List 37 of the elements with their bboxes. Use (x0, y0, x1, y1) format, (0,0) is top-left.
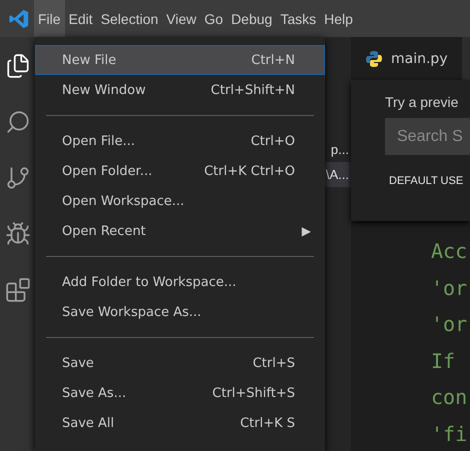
menu-title[interactable]: View (162, 0, 200, 37)
menu-item[interactable]: New Window Ctrl+Shift+N (35, 75, 325, 105)
menu-item[interactable]: Save As... Ctrl+Shift+S (35, 378, 325, 408)
menu-title[interactable]: Edit (64, 0, 97, 37)
submenu-arrow: ▶ (302, 224, 311, 238)
code-line: Acc (431, 238, 468, 265)
preview-text: Try a previe (385, 94, 460, 110)
code-line: If (431, 348, 456, 374)
menu-item[interactable]: Open Folder... Ctrl+K Ctrl+O (35, 156, 325, 186)
menu-title[interactable]: Help (320, 0, 357, 37)
menu-item[interactable]: Add Folder to Workspace... (35, 267, 325, 297)
menu-item[interactable]: Open File... Ctrl+O (35, 126, 325, 156)
python-icon (365, 50, 383, 68)
menu-item[interactable]: Open Workspace... (35, 186, 325, 216)
code-line: con (431, 384, 468, 411)
search-icon[interactable] (4, 109, 30, 135)
menu-item[interactable]: Save Ctrl+S (35, 348, 325, 378)
menu-item[interactable]: Open Recent ▶ (35, 216, 325, 246)
menu-title[interactable]: Tasks (276, 0, 320, 37)
code-line: 'fi (431, 420, 468, 448)
search-field[interactable]: Search S (385, 118, 470, 155)
editor-tab[interactable]: main.py (351, 37, 462, 80)
branch-icon[interactable] (4, 165, 30, 191)
menu-item[interactable]: Save All Ctrl+K S (35, 408, 325, 438)
menu-title[interactable]: Debug (227, 0, 276, 37)
logo-icon (8, 8, 30, 30)
code-line: 'or (431, 274, 468, 302)
bug-icon[interactable] (4, 221, 30, 247)
section-tab[interactable]: DEFAULT USE (389, 175, 470, 187)
menu-item[interactable]: Save Workspace As... (35, 297, 325, 327)
files-icon[interactable] (4, 53, 30, 79)
menu-item[interactable]: New File Ctrl+N (35, 45, 325, 75)
menu-title[interactable]: File (34, 0, 65, 37)
menu-title[interactable]: Go (200, 0, 228, 37)
code-line: 'or (431, 311, 468, 338)
menu-title[interactable]: Selection (96, 0, 162, 37)
extensions-icon[interactable] (4, 277, 30, 303)
